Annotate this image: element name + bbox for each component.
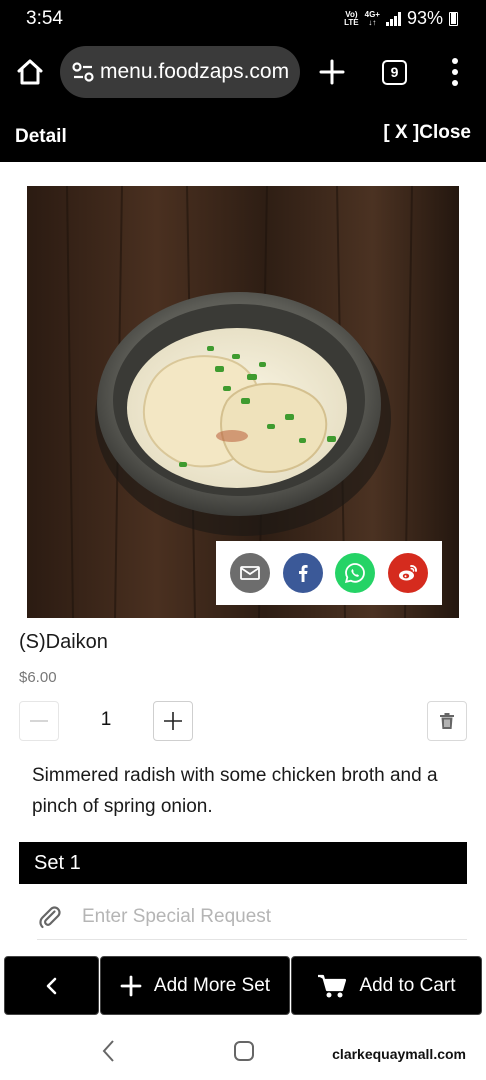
add-more-set-label: Add More Set	[153, 974, 271, 996]
volte-indicator: Vo) LTE	[344, 10, 359, 27]
detail-header: Detail [ X ]Close	[0, 108, 486, 162]
add-to-cart-button[interactable]: Add to Cart	[291, 956, 482, 1015]
set-header: Set 1	[19, 842, 467, 884]
home-icon[interactable]	[14, 56, 46, 88]
site-settings-icon[interactable]	[70, 59, 96, 85]
system-nav-bar: clarkequaymall.com	[0, 1022, 486, 1080]
delete-item-button[interactable]	[427, 701, 467, 741]
add-to-cart-label: Add to Cart	[359, 974, 456, 996]
status-bar: 3:54 Vo) LTE 4G+ ↓↑ 93%	[0, 0, 486, 36]
quantity-decrease-button[interactable]	[19, 701, 59, 741]
share-panel	[216, 541, 442, 605]
trash-icon	[440, 713, 454, 729]
item-description: Simmered radish with some chicken broth …	[32, 765, 438, 817]
lte-label: LTE	[344, 17, 359, 27]
plus-icon	[120, 975, 142, 997]
back-button[interactable]	[4, 956, 99, 1015]
watermark: clarkequaymall.com	[332, 1046, 466, 1062]
browser-toolbar: menu.foodzaps.com 9	[0, 36, 486, 108]
more-vert-icon[interactable]	[446, 54, 464, 90]
plus-icon	[164, 712, 182, 730]
whatsapp-icon[interactable]	[335, 553, 376, 593]
item-price: $6.00	[19, 669, 57, 686]
status-indicators: Vo) LTE 4G+ ↓↑ 93%	[344, 8, 458, 29]
cart-icon	[317, 973, 347, 999]
chevron-left-icon	[46, 977, 56, 994]
quantity-increase-button[interactable]	[153, 701, 193, 741]
item-name: (S)Daikon	[19, 631, 108, 653]
status-time: 3:54	[26, 8, 63, 29]
nav-home-icon[interactable]	[233, 1040, 255, 1062]
special-request-row	[37, 894, 467, 940]
battery-icon	[449, 11, 458, 26]
facebook-icon[interactable]	[282, 553, 323, 593]
address-bar[interactable]: menu.foodzaps.com	[60, 46, 300, 98]
nav-back-icon[interactable]	[98, 1038, 120, 1064]
plus-icon[interactable]	[316, 56, 348, 88]
special-request-input[interactable]	[82, 905, 442, 928]
email-icon[interactable]	[230, 553, 271, 593]
paperclip-icon	[39, 905, 61, 928]
battery-percent: 93%	[406, 8, 443, 28]
add-more-set-button[interactable]: Add More Set	[100, 956, 290, 1015]
weibo-icon[interactable]	[387, 553, 428, 593]
data-indicator: 4G+ ↓↑	[365, 10, 380, 27]
signal-icon	[385, 11, 401, 26]
quantity-value: 1	[100, 709, 112, 730]
page-title: Detail	[15, 126, 67, 147]
page: 3:54 Vo) LTE 4G+ ↓↑ 93% menu.foodzaps.co…	[0, 0, 486, 1080]
close-button[interactable]: [ X ]Close	[383, 122, 471, 144]
data-arrows-icon: ↓↑	[368, 17, 377, 27]
minus-icon	[30, 720, 48, 722]
tabs-icon[interactable]: 9	[382, 60, 407, 85]
url-text: menu.foodzaps.com	[100, 60, 290, 83]
